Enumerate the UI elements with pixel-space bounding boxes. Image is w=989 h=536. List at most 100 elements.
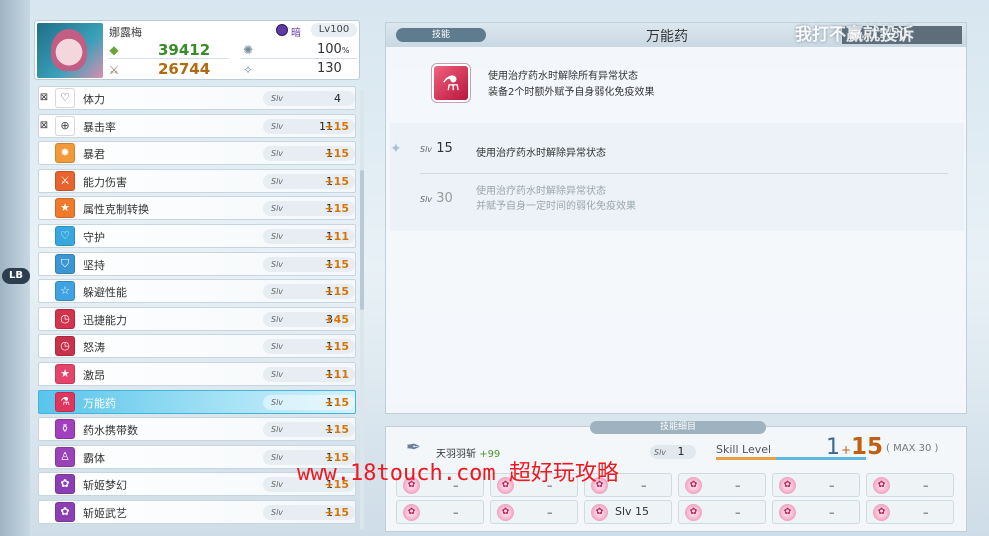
skill-name: 霸体 <box>83 451 105 465</box>
summon-icon: ✿ <box>873 477 890 494</box>
level-effects-area <box>390 123 964 231</box>
material-slot[interactable]: ✿ – <box>772 500 860 524</box>
skill-level-pill: Slv 11 +15 <box>263 118 355 134</box>
summon-icon: ✿ <box>873 504 890 521</box>
skill-level-label: Skill Level <box>716 443 772 456</box>
crest-icon: ✺ <box>242 43 254 57</box>
lb-button[interactable]: LB <box>2 268 30 284</box>
level-15-label: Slv 15 <box>420 141 453 156</box>
skill-level-pill: Slv 4 <box>263 91 355 106</box>
scrollbar-thumb[interactable] <box>360 170 364 310</box>
sword-atk-icon: ⚔ <box>108 63 120 77</box>
detail-title: 万能药 <box>646 29 688 45</box>
level-30-label: Slv 30 <box>420 191 453 206</box>
skill-level-pill: Slv 1 +15 <box>263 394 355 410</box>
skill-level-pill: Slv 1 +15 <box>263 256 355 272</box>
heart-shield-icon: ♡ <box>55 226 75 246</box>
slot-value: – <box>923 506 929 519</box>
heart-icon: ♡ <box>55 88 75 108</box>
skill-row[interactable]: ◷ 怒涛 Slv 1 +15 <box>38 334 356 359</box>
skill-name: 守护 <box>83 231 105 244</box>
skill-row[interactable]: ⚱ 药水携带数 Slv 1 +15 <box>38 417 356 442</box>
skill-level-pill: Slv 1 +15 <box>263 173 355 189</box>
summon-icon: ✿ <box>779 477 796 494</box>
skill-row[interactable]: ⊠ ⊕ 暴击率 Slv 11 +15 <box>38 113 356 138</box>
star-outline-icon: ☆ <box>55 281 75 302</box>
character-panel: 娜露梅 暗 Lv100 ◆ 39412 ⚔ 26744 ✺ 100% ✧ 130 <box>34 20 360 80</box>
skill-row[interactable]: ☆ 躲避性能 Slv 1 +15 <box>38 279 356 304</box>
skill-level-pill: Slv 3 +45 <box>263 311 355 327</box>
skill-name: 坚持 <box>83 258 105 272</box>
body-icon: ♙ <box>55 446 75 467</box>
slot-value: – <box>641 479 647 492</box>
skill-row[interactable]: ★ 激昂 Slv 1 +11 <box>38 362 356 386</box>
material-slot[interactable]: ✿ – <box>490 500 578 524</box>
tyrant-icon: ✸ <box>55 143 75 164</box>
slot-value: – <box>829 506 835 519</box>
skill-name: 属性克制转换 <box>83 203 149 217</box>
skill-name: 药水携带数 <box>83 424 138 438</box>
wing-icon: ✧ <box>242 63 254 77</box>
material-slot[interactable]: ✿ Slv 15 <box>584 500 672 524</box>
skill-name: 万能药 <box>83 396 116 410</box>
watermark-mid: www.18touch.com 超好玩攻略 <box>297 461 619 486</box>
skill-name: 怒涛 <box>83 341 105 355</box>
skill-row[interactable]: ✸ 暴君 Slv 1 +15 <box>38 141 356 166</box>
summon-icon: ✿ <box>403 504 420 521</box>
level-30-description: 使用治疗药水时解除异常状态 并赋予自身一定时间的弱化免疫效果 <box>476 186 636 212</box>
skill-name: 暴君 <box>83 148 105 162</box>
skill-row[interactable]: ✿ 斩姬武艺 Slv 1 +15 <box>38 500 356 524</box>
number-value: 130 <box>317 61 342 76</box>
skill-level-pill: Slv 1 +11 <box>263 367 355 382</box>
material-slot[interactable]: ✿ – <box>396 500 484 524</box>
atk-value: 26744 <box>158 60 211 78</box>
skill-name: 斩姬梦幻 <box>83 479 127 493</box>
material-slot[interactable]: ✿ – <box>866 500 954 524</box>
material-slot[interactable]: ✿ – <box>678 473 766 497</box>
material-slot[interactable]: ✿ – <box>678 500 766 524</box>
percent-value: 100% <box>317 42 350 57</box>
slot-value: – <box>923 479 929 492</box>
skill-row[interactable]: ◷ 迅捷能力 Slv 3 +45 <box>38 306 356 331</box>
skill-row[interactable]: ⚗ 万能药 Slv 1 +15 <box>38 389 356 414</box>
skill-name: 斩姬武艺 <box>83 507 127 520</box>
material-slot[interactable]: ✿ – <box>866 473 954 497</box>
skill-detail-panel: 技能 万能药 Slv 15/30 ⚗ 使用治疗药水时解除所有异常状态 装备2个时… <box>385 22 967 414</box>
star-icon: ★ <box>55 364 75 384</box>
slot-value: Slv 15 <box>615 505 650 518</box>
flask-icon: ⚱ <box>55 419 75 440</box>
summon-icon: ✿ <box>685 504 702 521</box>
watermark-top: 我打不赢就投诉 <box>795 25 914 45</box>
skill-name: 迅捷能力 <box>83 313 127 327</box>
dark-element-icon <box>276 24 288 36</box>
skill-level-pill: Slv 1 +15 <box>263 422 355 438</box>
hp-value: 39412 <box>158 41 211 59</box>
material-slot[interactable]: ✿ – <box>772 473 860 497</box>
weapon-slv: Slv 1 <box>650 445 696 459</box>
hp-gem-icon: ◆ <box>109 43 119 57</box>
flower-icon: ✿ <box>55 474 75 495</box>
skill-description: 使用治疗药水时解除所有异常状态 装备2个时额外赋予自身弱化免疫效果 <box>488 71 655 98</box>
slot-value: – <box>735 506 741 519</box>
summon-icon: ✿ <box>497 504 514 521</box>
skill-name: 激昂 <box>83 369 105 382</box>
skill-level-pill: Slv 1 +15 <box>263 201 355 217</box>
skill-row[interactable]: ⊠ ♡ 体力 Slv 4 <box>38 86 356 110</box>
clock-icon: ◷ <box>55 336 75 357</box>
crosshair-icon: ⊕ <box>55 115 75 136</box>
lock-icon: ⊠ <box>39 92 49 103</box>
skill-level-base: 1 <box>826 435 840 460</box>
slot-value: – <box>547 506 553 519</box>
shield-icon: ⛉ <box>55 253 75 274</box>
skill-name: 暴击率 <box>83 120 116 134</box>
skill-row[interactable]: ⚔ 能力伤害 Slv 1 +15 <box>38 168 356 193</box>
skill-row[interactable]: ⛉ 坚持 Slv 1 +15 <box>38 251 356 276</box>
summon-icon: ✿ <box>685 477 702 494</box>
skill-detail-tag: 技能细目 <box>590 421 766 434</box>
summon-icon: ✿ <box>779 504 796 521</box>
skill-level-pill: Slv 1 +15 <box>263 339 355 355</box>
skill-row[interactable]: ★ 属性克制转换 Slv 1 +15 <box>38 196 356 221</box>
skill-level-pill: Slv 1 +15 <box>263 284 355 300</box>
skill-row[interactable]: ♡ 守护 Slv 1 +11 <box>38 224 356 248</box>
element-label: 暗 <box>291 28 301 39</box>
